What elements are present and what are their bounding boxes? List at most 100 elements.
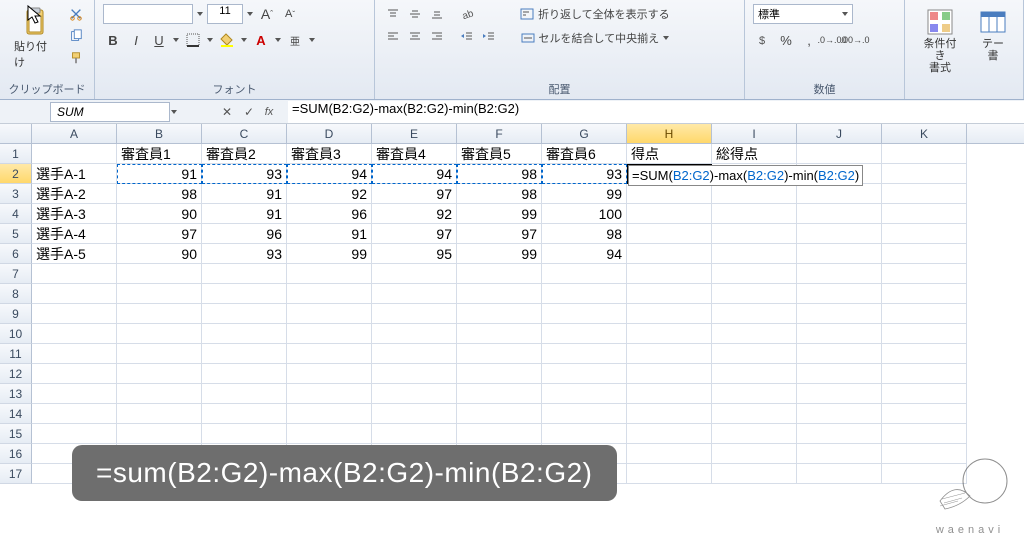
cell[interactable]: 総得点 — [712, 144, 797, 164]
wrap-text-button[interactable]: 折り返して全体を表示する — [513, 4, 677, 24]
number-format-select[interactable]: 標準 — [753, 4, 853, 24]
cell[interactable] — [627, 224, 712, 244]
cell[interactable]: 92 — [372, 204, 457, 224]
cell[interactable] — [712, 204, 797, 224]
cell[interactable]: 審査員4 — [372, 144, 457, 164]
cut-button[interactable] — [66, 4, 86, 24]
paste-button[interactable]: 貼り付け — [8, 4, 62, 72]
row-header-2[interactable]: 2 — [0, 164, 32, 184]
row-header-1[interactable]: 1 — [0, 144, 32, 164]
name-box[interactable]: SUM — [50, 102, 170, 122]
row-header-5[interactable]: 5 — [0, 224, 32, 244]
cell[interactable]: 90 — [117, 244, 202, 264]
col-header-B[interactable]: B — [117, 124, 202, 143]
cell[interactable]: 99 — [457, 244, 542, 264]
comma-format-button[interactable]: , — [799, 30, 819, 50]
copy-button[interactable] — [66, 26, 86, 46]
row-header[interactable]: 14 — [0, 404, 32, 424]
cell[interactable] — [882, 244, 967, 264]
col-header-J[interactable]: J — [797, 124, 882, 143]
phonetic-dropdown[interactable] — [308, 30, 316, 50]
font-name-dropdown[interactable] — [196, 4, 204, 24]
cell[interactable]: 審査員6 — [542, 144, 627, 164]
cell-editing[interactable]: =SUM(B2:G2)-max(B2:G2)-min(B2:G2) — [627, 164, 712, 184]
cell[interactable]: 98 — [457, 164, 542, 184]
fill-color-button[interactable] — [217, 30, 237, 50]
cell[interactable]: 審査員2 — [202, 144, 287, 164]
merge-center-button[interactable]: セルを結合して中央揃え — [513, 28, 677, 48]
row-header[interactable]: 10 — [0, 324, 32, 344]
cell[interactable]: 91 — [202, 204, 287, 224]
cell[interactable]: 93 — [542, 164, 627, 184]
cell[interactable]: 選手A-3 — [32, 204, 117, 224]
increase-font-button[interactable]: Aˆ — [257, 4, 277, 24]
align-middle-button[interactable] — [405, 4, 425, 24]
conditional-formatting-button[interactable]: 条件付き 書式 — [913, 4, 967, 76]
cell[interactable]: 97 — [372, 224, 457, 244]
cell[interactable] — [797, 224, 882, 244]
cell[interactable]: 94 — [287, 164, 372, 184]
cell[interactable] — [882, 184, 967, 204]
cell[interactable]: 95 — [372, 244, 457, 264]
row-header[interactable]: 15 — [0, 424, 32, 444]
cell[interactable] — [712, 184, 797, 204]
col-header-F[interactable]: F — [457, 124, 542, 143]
phonetic-button[interactable]: 亜 — [285, 30, 305, 50]
cell[interactable]: 93 — [202, 244, 287, 264]
row-header-4[interactable]: 4 — [0, 204, 32, 224]
underline-button[interactable]: U — [149, 30, 169, 50]
cell[interactable]: 得点 — [627, 144, 712, 164]
cell[interactable]: 97 — [117, 224, 202, 244]
cell[interactable]: 選手A-5 — [32, 244, 117, 264]
italic-button[interactable]: I — [126, 30, 146, 50]
cell[interactable]: 99 — [457, 204, 542, 224]
cell[interactable] — [797, 144, 882, 164]
cell[interactable]: 92 — [287, 184, 372, 204]
cell[interactable]: 91 — [117, 164, 202, 184]
row-header[interactable]: 11 — [0, 344, 32, 364]
font-color-dropdown[interactable] — [274, 30, 282, 50]
row-header-3[interactable]: 3 — [0, 184, 32, 204]
cell[interactable]: 96 — [287, 204, 372, 224]
cell[interactable] — [882, 144, 967, 164]
increase-indent-button[interactable] — [479, 26, 499, 46]
format-painter-button[interactable] — [66, 48, 86, 68]
cell[interactable] — [882, 224, 967, 244]
border-dropdown[interactable] — [206, 30, 214, 50]
percent-format-button[interactable]: % — [776, 30, 796, 50]
cell[interactable]: 98 — [117, 184, 202, 204]
cell[interactable] — [882, 204, 967, 224]
fill-color-dropdown[interactable] — [240, 30, 248, 50]
col-header-H[interactable]: H — [627, 124, 712, 143]
increase-decimal-button[interactable]: .0→.00 — [822, 30, 842, 50]
cell[interactable]: 審査員1 — [117, 144, 202, 164]
cell[interactable]: 93 — [202, 164, 287, 184]
cell[interactable] — [627, 184, 712, 204]
cell[interactable]: 98 — [457, 184, 542, 204]
cell[interactable] — [797, 204, 882, 224]
cell[interactable]: 96 — [202, 224, 287, 244]
cell[interactable]: 選手A-4 — [32, 224, 117, 244]
font-size-dropdown[interactable] — [246, 4, 254, 24]
cell[interactable] — [797, 184, 882, 204]
row-header[interactable]: 7 — [0, 264, 32, 284]
cell[interactable] — [712, 224, 797, 244]
align-right-button[interactable] — [427, 26, 447, 46]
decrease-font-button[interactable]: Aˇ — [280, 4, 300, 24]
cell[interactable]: 選手A-2 — [32, 184, 117, 204]
cell[interactable]: 99 — [542, 184, 627, 204]
cell[interactable] — [882, 164, 967, 184]
cell[interactable]: 91 — [287, 224, 372, 244]
cell[interactable]: 審査員3 — [287, 144, 372, 164]
col-header-C[interactable]: C — [202, 124, 287, 143]
enter-formula-button[interactable]: ✓ — [240, 103, 258, 121]
border-button[interactable] — [183, 30, 203, 50]
cell[interactable]: 94 — [372, 164, 457, 184]
decrease-indent-button[interactable] — [457, 26, 477, 46]
align-bottom-button[interactable] — [427, 4, 447, 24]
name-box-dropdown[interactable] — [170, 102, 178, 122]
font-name-select[interactable] — [103, 4, 193, 24]
col-header-G[interactable]: G — [542, 124, 627, 143]
cell[interactable]: 90 — [117, 204, 202, 224]
underline-dropdown[interactable] — [172, 30, 180, 50]
